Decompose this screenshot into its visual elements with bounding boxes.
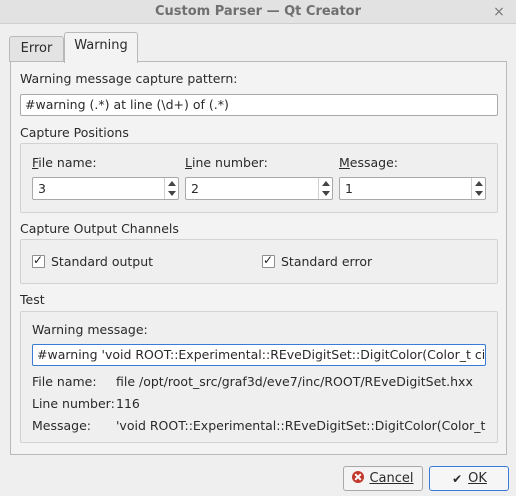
standard-output-checkbox[interactable]: ✓ bbox=[32, 253, 45, 268]
line-number-position-spinbox[interactable]: 2 bbox=[185, 177, 333, 200]
standard-error-label[interactable]: Standard error bbox=[281, 254, 372, 269]
test-heading: Test bbox=[20, 292, 45, 307]
checkmark-icon: ✔ bbox=[452, 472, 463, 486]
capture-positions-heading: Capture Positions bbox=[20, 125, 129, 140]
cancel-button[interactable]: Cancel bbox=[343, 466, 423, 491]
spin-down-icon[interactable] bbox=[168, 191, 176, 196]
test-line-number-value: 116 bbox=[116, 396, 140, 411]
file-name-position-label: File name: bbox=[32, 155, 97, 170]
message-position-label: Message: bbox=[339, 155, 399, 170]
close-icon[interactable]: × bbox=[492, 5, 506, 19]
title-bar: Custom Parser — Qt Creator × bbox=[0, 0, 516, 24]
standard-error-checkbox[interactable]: ✓ bbox=[262, 253, 275, 268]
pattern-input[interactable]: #warning (.*) at line (\d+) of (.*) bbox=[20, 94, 498, 116]
message-position-spinbox[interactable]: 1 bbox=[339, 177, 486, 200]
window-title: Custom Parser — Qt Creator bbox=[154, 4, 362, 19]
standard-output-label[interactable]: Standard output bbox=[51, 254, 153, 269]
test-line-number-label: Line number: bbox=[32, 396, 115, 411]
spin-up-icon[interactable] bbox=[322, 181, 330, 186]
message-position-value: 1 bbox=[345, 181, 353, 196]
spin-arrows[interactable] bbox=[164, 178, 178, 199]
test-file-name-value: file /opt/root_src/graf3d/eve7/inc/ROOT/… bbox=[116, 374, 473, 389]
tab-error[interactable]: Error bbox=[9, 36, 64, 62]
warning-message-label: Warning message: bbox=[32, 322, 148, 337]
spin-down-icon[interactable] bbox=[322, 191, 330, 196]
spin-arrows[interactable] bbox=[318, 178, 332, 199]
pattern-label: Warning message capture pattern: bbox=[20, 71, 238, 86]
spin-arrows[interactable] bbox=[471, 178, 485, 199]
cancel-button-label: Cancel bbox=[369, 471, 414, 486]
ok-button[interactable]: ✔ OK bbox=[429, 466, 509, 491]
output-channels-heading: Capture Output Channels bbox=[20, 221, 179, 236]
ok-button-label: OK bbox=[468, 471, 487, 486]
cancel-icon bbox=[352, 471, 365, 483]
line-number-position-value: 2 bbox=[191, 181, 199, 196]
tab-warning[interactable]: Warning bbox=[64, 32, 138, 63]
test-message-value: 'void ROOT::Experimental::REveDigitSet::… bbox=[116, 418, 486, 433]
line-number-position-label: Line number: bbox=[185, 155, 268, 170]
test-message-label: Message: bbox=[32, 418, 91, 433]
check-icon: ✓ bbox=[263, 253, 274, 267]
spin-up-icon[interactable] bbox=[168, 181, 176, 186]
warning-message-input[interactable]: #warning 'void ROOT::Experimental::REveD… bbox=[32, 344, 486, 366]
file-name-position-value: 3 bbox=[38, 181, 46, 196]
spin-up-icon[interactable] bbox=[475, 181, 483, 186]
file-name-position-spinbox[interactable]: 3 bbox=[32, 177, 179, 200]
check-icon: ✓ bbox=[33, 253, 44, 267]
test-file-name-label: File name: bbox=[32, 374, 97, 389]
spin-down-icon[interactable] bbox=[475, 191, 483, 196]
